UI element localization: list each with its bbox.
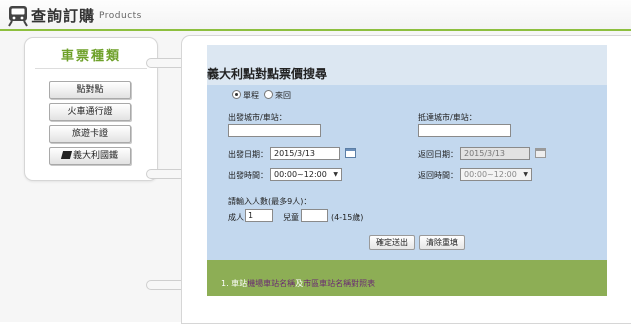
return-date-label: 返回日期： [418, 150, 458, 159]
return-time-label: 返回時間： [418, 171, 458, 180]
radio-selected-icon [232, 90, 241, 99]
flag-icon [60, 151, 73, 159]
category-point-to-point-button[interactable]: 點對點 [49, 81, 131, 99]
notes-mid: 及 [295, 279, 304, 288]
adult-label: 成人 [228, 213, 244, 222]
connector-knob [146, 280, 186, 290]
departure-city-input[interactable] [228, 124, 321, 137]
child-label: 兒童 [283, 213, 299, 222]
return-time-value: 00:00~12:00 [464, 170, 517, 179]
one-way-label: 單程 [243, 91, 259, 100]
category-divider [35, 68, 147, 69]
category-title: 車票種類 [60, 49, 121, 64]
child-count-input[interactable] [301, 209, 328, 222]
category-rail-pass-button[interactable]: 火車通行證 [49, 103, 131, 121]
submit-button[interactable]: 確定送出 [369, 235, 415, 250]
train-icon [8, 6, 28, 27]
connector-knob [146, 58, 186, 68]
departure-time-label: 出發時間： [228, 171, 268, 180]
page-subtitle: Products [99, 11, 142, 21]
dropdown-arrow-icon: ▼ [523, 171, 528, 178]
category-label: 火車通行證 [67, 107, 113, 117]
departure-city-label: 出發城市/車站： [228, 113, 287, 122]
city-station-link[interactable]: 市區車站名稱對照表 [303, 279, 375, 288]
return-time-select[interactable]: 00:00~12:00 ▼ [460, 168, 532, 181]
departure-time-select[interactable]: 00:00~12:00 ▼ [270, 168, 342, 181]
calendar-icon[interactable] [345, 148, 356, 158]
category-label: 點對點 [76, 85, 104, 95]
connector-knob [146, 169, 186, 179]
return-date-input[interactable]: 2015/3/13 [460, 147, 530, 160]
round-trip-label: 來回 [275, 91, 291, 100]
notes-text: 1. 車站機場車站名稱及市區車站名稱對照表 [221, 278, 375, 289]
category-travel-card-button[interactable]: 旅遊卡證 [49, 125, 131, 143]
round-trip-radio[interactable]: 來回 [264, 90, 291, 101]
category-trenitalia-button[interactable]: 義大利國鐵 [49, 147, 131, 165]
reset-button[interactable]: 清除重填 [419, 235, 465, 250]
dropdown-arrow-icon: ▼ [333, 171, 338, 178]
category-label: 義大利國鐵 [72, 151, 118, 161]
page-title: 查詢訂購 [31, 7, 96, 25]
departure-date-label: 出發日期： [228, 150, 268, 159]
radio-empty-icon [264, 90, 273, 99]
child-age-note: (4-15歲) [331, 213, 364, 222]
arrival-city-input[interactable] [418, 124, 511, 137]
arrival-city-label: 抵達城市/車站： [418, 113, 477, 122]
airport-station-link[interactable]: 機場車站名稱 [247, 279, 295, 288]
adult-count-input[interactable]: 1 [245, 209, 273, 222]
ticket-category-panel: 車票種類 點對點 火車通行證 旅遊卡證 義大利國鐵 [24, 37, 158, 181]
departure-time-value: 00:00~12:00 [274, 170, 327, 179]
category-label: 旅遊卡證 [71, 129, 108, 139]
passengers-label: 請輸入人數(最多9人)： [228, 197, 312, 206]
form-title: 義大利點對點票價搜尋 [207, 67, 328, 81]
departure-date-input[interactable]: 2015/3/13 [270, 147, 340, 160]
notes-prefix: 1. 車站 [221, 279, 248, 288]
one-way-radio[interactable]: 單程 [232, 90, 259, 101]
calendar-icon [535, 148, 546, 158]
